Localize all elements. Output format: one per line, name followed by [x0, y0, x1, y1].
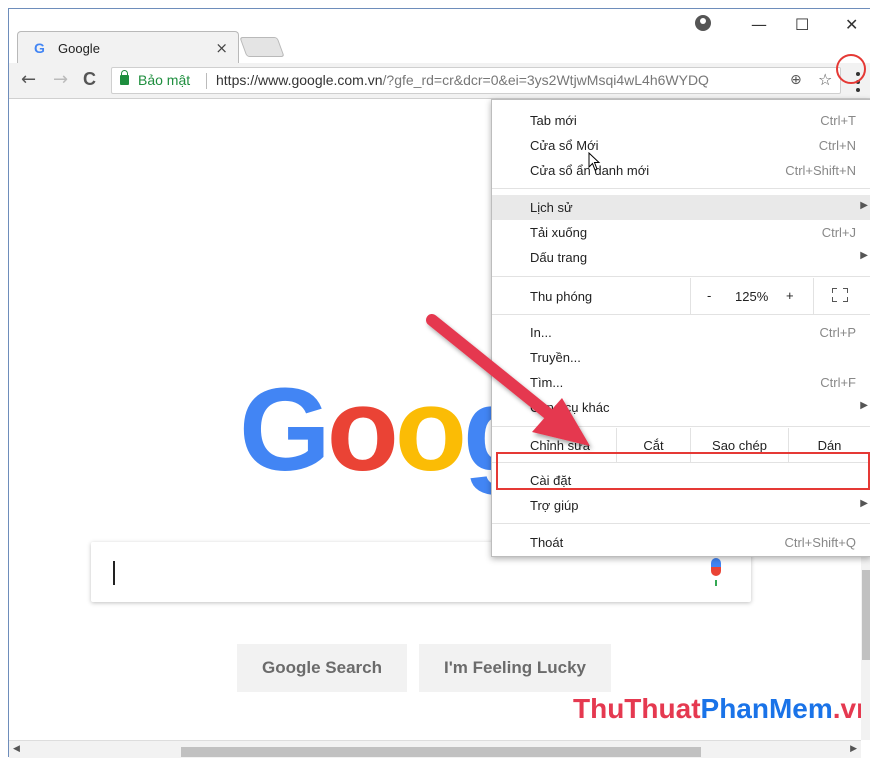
menu-item-new-tab[interactable]: Tab mới Ctrl+T [492, 108, 870, 133]
watermark-part: ThuThuat [573, 693, 701, 724]
fullscreen-icon[interactable] [832, 288, 848, 302]
menu-shortcut: Ctrl+T [820, 113, 856, 128]
submenu-arrow-icon: ▶ [860, 400, 868, 411]
zoom-controls: - 125% + [690, 278, 814, 314]
menu-dot-icon [856, 88, 860, 92]
google-g-icon: G [34, 40, 45, 56]
url-query: /?gfe_rd=cr&dcr=0&ei=3ys2WtjwMsqi4wL4h6W… [382, 72, 709, 88]
watermark: ThuThuatPhanMem.vn [573, 693, 870, 725]
url-text[interactable]: https://www.google.com.vn/?gfe_rd=cr&dcr… [216, 72, 709, 88]
mouse-cursor-icon [588, 152, 601, 171]
menu-item-print[interactable]: In... Ctrl+P [492, 320, 870, 345]
menu-item-label: Truyền... [530, 350, 581, 365]
address-bar[interactable]: Bảo mật https://www.google.com.vn/?gfe_r… [111, 67, 841, 94]
menu-shortcut: Ctrl+Shift+N [785, 163, 856, 178]
menu-shortcut: Ctrl+J [821, 225, 856, 240]
forward-button[interactable]: → [53, 69, 68, 90]
menu-shortcut: Ctrl+N [818, 138, 856, 153]
menu-item-label: Thu phóng [530, 289, 593, 304]
new-tab-button[interactable] [239, 37, 285, 57]
zoom-out-button[interactable]: - [707, 288, 711, 303]
feeling-lucky-button[interactable]: I'm Feeling Lucky [419, 644, 611, 692]
menu-item-history[interactable]: Lịch sử ▶ [492, 195, 870, 220]
profile-icon[interactable] [695, 15, 711, 31]
microphone-icon[interactable] [711, 558, 721, 586]
submenu-arrow-icon: ▶ [860, 498, 868, 509]
browser-window: G Google × — ☐ ✕ ← → C Bảo mật https://w… [8, 8, 870, 758]
menu-shortcut: Ctrl+Shift+Q [784, 535, 856, 550]
menu-item-label: Chỉnh sửa [530, 438, 591, 453]
menu-item-cast[interactable]: Truyền... [492, 345, 870, 370]
bookmark-star-icon[interactable]: ☆ [818, 70, 832, 89]
menu-item-label: In... [530, 325, 552, 340]
menu-separator [492, 523, 870, 524]
menu-separator [492, 314, 870, 315]
settings-highlight-box [496, 452, 870, 490]
menu-item-bookmarks[interactable]: Dấu trang ▶ [492, 245, 870, 270]
menu-button-highlight-circle [836, 54, 866, 84]
zoom-level: 125% [735, 289, 769, 304]
logo-letter: o [326, 364, 399, 496]
submenu-arrow-icon: ▶ [860, 250, 868, 261]
menu-item-label: Tải xuống [530, 225, 588, 240]
submenu-arrow-icon: ▶ [860, 200, 868, 211]
menu-item-label: Dấu trang [530, 250, 588, 265]
menu-item-label: Công cụ khác [530, 400, 610, 415]
watermark-part: PhanMem [700, 693, 833, 724]
tab-title: Google [58, 41, 100, 56]
menu-item-label: Lịch sử [530, 200, 573, 215]
horizontal-scrollbar[interactable]: ◀ ▶ [9, 740, 861, 758]
menu-item-new-window[interactable]: Cửa sổ Mới Ctrl+N [492, 133, 870, 158]
menu-separator [492, 276, 870, 277]
scrollbar-thumb[interactable] [862, 570, 870, 660]
menu-item-label: Tìm... [530, 375, 564, 390]
zoom-in-button[interactable]: + [786, 288, 794, 303]
scrollbar-thumb[interactable] [181, 747, 701, 757]
menu-item-more-tools[interactable]: Công cụ khác ▶ [492, 395, 870, 420]
google-search-button[interactable]: Google Search [237, 644, 407, 692]
menu-separator [492, 426, 870, 427]
logo-letter: G [239, 364, 331, 496]
zoom-indicator-icon[interactable]: ⊕ [790, 72, 802, 88]
menu-item-label: Cửa sổ Mới [530, 138, 599, 153]
menu-zoom-row: Thu phóng - 125% + [492, 278, 870, 314]
menu-item-find[interactable]: Tìm... Ctrl+F [492, 370, 870, 395]
menu-separator [492, 188, 870, 189]
menu-item-downloads[interactable]: Tải xuống Ctrl+J [492, 220, 870, 245]
menu-item-label: Thoát [530, 535, 564, 550]
menu-shortcut: Ctrl+F [820, 375, 856, 390]
close-tab-icon[interactable]: × [215, 39, 228, 57]
tab-google[interactable]: G Google × [17, 31, 239, 63]
logo-letter: o [394, 364, 467, 496]
toolbar: ← → C Bảo mật https://www.google.com.vn/… [9, 63, 870, 99]
minimize-button[interactable]: — [751, 15, 767, 34]
address-separator [206, 73, 207, 89]
menu-item-label: Tab mới [530, 113, 577, 128]
close-window-button[interactable]: ✕ [845, 15, 858, 34]
secure-label[interactable]: Bảo mật [138, 72, 190, 88]
menu-item-exit[interactable]: Thoát Ctrl+Shift+Q [492, 530, 870, 555]
tab-strip: G Google × — ☐ ✕ [9, 9, 870, 63]
menu-item-incognito[interactable]: Cửa sổ ẩn danh mới Ctrl+Shift+N [492, 158, 870, 183]
lock-icon [120, 70, 129, 85]
reload-button[interactable]: C [83, 69, 96, 90]
maximize-button[interactable]: ☐ [795, 15, 809, 34]
menu-item-label: Trợ giúp [530, 498, 579, 513]
menu-shortcut: Ctrl+P [819, 325, 856, 340]
menu-item-help[interactable]: Trợ giúp ▶ [492, 493, 870, 518]
url-host: https://www.google.com.vn [216, 72, 383, 88]
back-button[interactable]: ← [21, 69, 36, 90]
google-logo: Goog [239, 362, 535, 498]
scroll-right-icon[interactable]: ▶ [850, 744, 857, 754]
scroll-left-icon[interactable]: ◀ [13, 744, 20, 754]
text-caret [113, 561, 115, 585]
